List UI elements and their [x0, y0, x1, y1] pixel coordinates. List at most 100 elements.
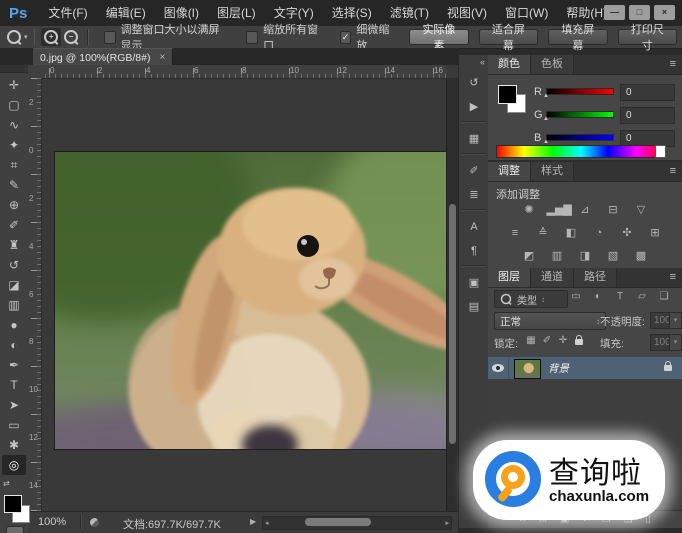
checkbox-icon[interactable] [104, 31, 116, 44]
panel-menu-icon[interactable]: ≡ [664, 162, 682, 181]
eraser-tool[interactable]: ◪ [2, 275, 26, 295]
clone-source-panel-button[interactable]: ▣ [462, 273, 486, 293]
document-image[interactable] [55, 152, 447, 449]
zoom-tool[interactable]: ◎ [2, 455, 26, 475]
lock-pixels-button[interactable]: ✐ [540, 335, 554, 346]
history-panel-button[interactable]: ↺ [462, 73, 486, 93]
gradient-map-icon[interactable]: ▩ [631, 248, 652, 264]
tab-styles[interactable]: 样式 [531, 162, 574, 181]
maximize-button[interactable]: □ [629, 5, 650, 20]
notes-panel-button[interactable]: ▤ [462, 297, 486, 317]
brush-tool[interactable]: ✐ [2, 215, 26, 235]
color-balance-icon[interactable]: ≙ [533, 225, 554, 241]
foreground-color-swatch[interactable] [4, 495, 22, 513]
fill-screen-button[interactable]: 填充屏幕 [548, 29, 607, 45]
paragraph-panel-button[interactable]: ¶ [462, 241, 486, 261]
actions-panel-button[interactable]: ▶ [462, 97, 486, 117]
vertical-scrollbar[interactable] [446, 78, 458, 512]
pen-tool[interactable]: ✒ [2, 355, 26, 375]
clone-stamp-tool[interactable]: ♜ [2, 235, 26, 255]
opacity-dropdown-icon[interactable]: ▾ [669, 312, 682, 329]
layer-row-background[interactable]: 背景 [488, 356, 682, 380]
vertical-ruler[interactable]: 2 0 2 4 6 8 10 12 14 [28, 78, 42, 512]
invert-icon[interactable]: ◩ [519, 248, 540, 264]
white-swatch[interactable] [655, 145, 666, 158]
rectangle-tool[interactable]: ▭ [2, 415, 26, 435]
blur-tool[interactable]: ● [2, 315, 26, 335]
filter-type-button[interactable]: T [612, 291, 628, 302]
eyedropper-tool[interactable]: ✎ [2, 175, 26, 195]
close-button[interactable]: × [654, 5, 675, 20]
ruler-corner[interactable] [28, 65, 42, 79]
crop-tool[interactable]: ⌗ [2, 155, 26, 175]
checkbox-icon[interactable] [246, 31, 258, 44]
tab-swatches[interactable]: 色板 [531, 55, 574, 74]
tab-paths[interactable]: 路径 [574, 268, 617, 287]
checkbox-checked-icon[interactable]: ✓ [340, 31, 352, 44]
horizontal-ruler[interactable]: 0 2 4 6 8 10 12 14 16 [41, 65, 447, 79]
minimize-button[interactable]: — [604, 5, 625, 20]
tab-close-icon[interactable]: × [159, 52, 165, 63]
tool-preset-picker[interactable]: ▾ [7, 30, 28, 44]
spot-healing-brush-tool[interactable]: ⊕ [2, 195, 26, 215]
zoom-level-field[interactable]: 100% [38, 516, 66, 528]
gradient-tool[interactable]: ▥ [2, 295, 26, 315]
lasso-tool[interactable]: ∿ [2, 115, 26, 135]
photo-filter-icon[interactable]: ◔ [589, 225, 610, 241]
fill-dropdown-icon[interactable]: ▾ [669, 334, 682, 351]
layer-name[interactable]: 背景 [548, 361, 569, 376]
fit-screen-button[interactable]: 适合屏幕 [479, 29, 538, 45]
curves-icon[interactable]: ⊿ [575, 202, 596, 218]
tab-channels[interactable]: 通道 [531, 268, 574, 287]
brightness-contrast-icon[interactable]: ✺ [519, 202, 540, 218]
magic-wand-tool[interactable]: ✦ [2, 135, 26, 155]
black-white-icon[interactable]: ◧ [561, 225, 582, 241]
document-tab[interactable]: 0.jpg @ 100%(RGB/8#) × [33, 48, 173, 66]
threshold-icon[interactable]: ◨ [575, 248, 596, 264]
panel-menu-icon[interactable]: ≡ [664, 55, 682, 74]
path-selection-tool[interactable]: ➤ [2, 395, 26, 415]
slider-pointer-icon[interactable]: ▲ [543, 93, 549, 99]
foreground-color-swatch[interactable] [498, 85, 517, 104]
horizontal-type-tool[interactable]: T [2, 375, 26, 395]
lock-transparency-button[interactable]: ▦ [524, 335, 538, 346]
scroll-left-icon[interactable]: ◂ [265, 519, 269, 527]
selective-color-icon[interactable]: ▧ [603, 248, 624, 264]
filter-image-button[interactable]: ▭ [568, 291, 584, 302]
filter-adjustment-button[interactable]: ◐ [590, 291, 606, 302]
filter-type-select[interactable]: 类型 ↕ [494, 290, 568, 308]
lock-all-button[interactable] [572, 337, 586, 348]
exposure-icon[interactable]: ⊟ [603, 202, 624, 218]
rectangular-marquee-tool[interactable]: ▢ [2, 95, 26, 115]
vertical-scrollbar-thumb[interactable] [449, 204, 456, 444]
zoom-out-button[interactable]: − [61, 28, 81, 46]
menu-file[interactable]: 文件(F) [39, 0, 96, 26]
swap-colors-icon[interactable]: ⇄ [3, 479, 12, 488]
channel-mixer-icon[interactable]: ✣ [617, 225, 638, 241]
layer-thumbnail[interactable] [514, 359, 541, 379]
history-brush-tool[interactable]: ↺ [2, 255, 26, 275]
brush-panel-button[interactable]: ✐ [462, 161, 486, 181]
color-spectrum-ramp[interactable] [496, 145, 666, 158]
slider-pointer-icon[interactable]: ▲ [543, 116, 549, 122]
quick-mask-button[interactable] [6, 526, 24, 533]
color-lookup-icon[interactable]: ⊞ [645, 225, 666, 241]
lock-position-button[interactable]: ✛ [556, 335, 570, 346]
filter-smart-object-button[interactable]: ❏ [656, 291, 672, 302]
dodge-tool[interactable]: ◐ [2, 335, 26, 355]
brush-presets-panel-button[interactable]: ≣ [462, 185, 486, 205]
red-slider[interactable] [546, 88, 614, 95]
zoom-in-button[interactable]: + [41, 28, 61, 46]
tab-layers[interactable]: 图层 [488, 268, 531, 287]
scroll-right-icon[interactable]: ▸ [445, 519, 449, 527]
mini-bridge-panel-button[interactable]: ▦ [462, 129, 486, 149]
filter-shape-button[interactable]: ▱ [634, 291, 650, 302]
posterize-icon[interactable]: ▥ [547, 248, 568, 264]
horizontal-scrollbar[interactable]: ◂ ▸ [262, 516, 452, 530]
expand-panels-icon[interactable]: « [480, 57, 485, 67]
vibrance-icon[interactable]: ▽ [631, 202, 652, 218]
horizontal-scrollbar-thumb[interactable] [305, 518, 371, 526]
print-size-button[interactable]: 打印尺寸 [618, 29, 677, 45]
toolbar-grip[interactable] [0, 65, 28, 73]
layer-visibility-toggle[interactable] [488, 357, 509, 379]
